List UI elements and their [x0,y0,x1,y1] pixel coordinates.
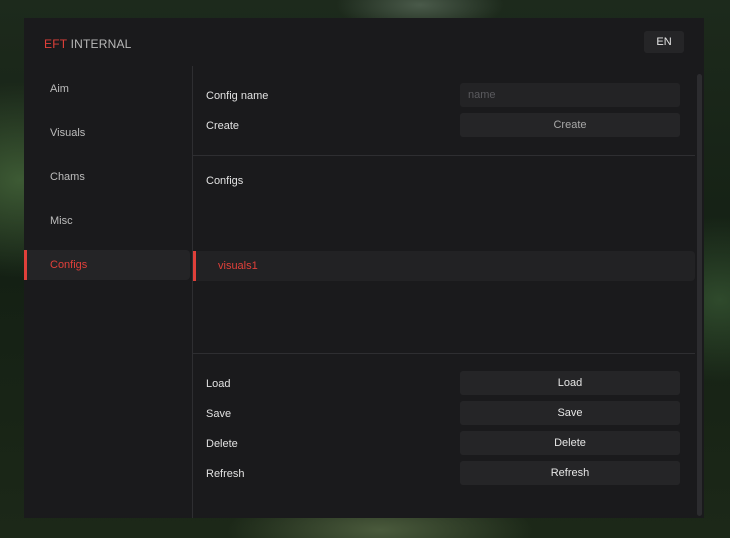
create-label: Create [206,120,240,132]
delete-label: Delete [206,438,238,450]
config-name-label: Config name [206,90,269,102]
configs-panel: Config name Create Create Configs visual… [193,66,704,518]
create-button[interactable]: Create [460,113,680,137]
refresh-label: Refresh [206,468,245,480]
load-button[interactable]: Load [460,371,680,395]
scrollbar[interactable] [697,74,702,516]
config-name-input[interactable] [460,83,680,107]
main-window: EFT INTERNAL EN Aim Visuals Chams Misc C… [24,18,704,518]
divider [193,353,695,354]
brand-prefix: EFT [44,37,68,51]
load-label: Load [206,378,231,390]
delete-button[interactable]: Delete [460,431,680,455]
sidebar: Aim Visuals Chams Misc Configs [24,66,193,518]
language-button[interactable]: EN [644,31,684,53]
brand-suffix: INTERNAL [70,37,132,51]
title-bar: EFT INTERNAL EN [24,18,704,66]
configs-header: Configs [206,175,244,187]
config-list-item[interactable]: visuals1 [193,251,695,281]
save-button[interactable]: Save [460,401,680,425]
sidebar-item-configs[interactable]: Configs [24,250,190,280]
refresh-button[interactable]: Refresh [460,461,680,485]
sidebar-item-visuals[interactable]: Visuals [24,118,190,148]
sidebar-item-misc[interactable]: Misc [24,206,190,236]
sidebar-item-aim[interactable]: Aim [24,74,190,104]
brand-logo: EFT INTERNAL [44,37,132,51]
save-label: Save [206,408,232,420]
divider [193,155,695,156]
sidebar-item-chams[interactable]: Chams [24,162,190,192]
